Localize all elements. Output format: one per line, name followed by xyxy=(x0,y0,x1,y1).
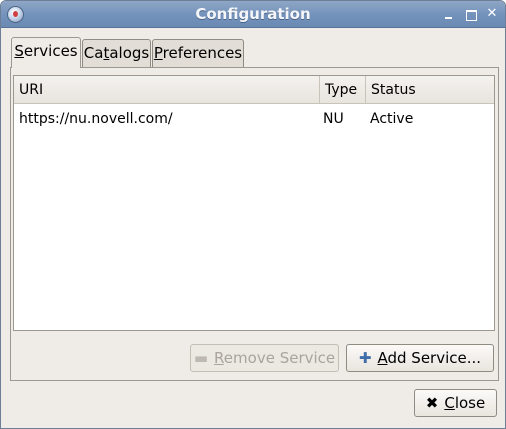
services-list[interactable]: URI Type Status https://nu.novell.com/ N… xyxy=(13,75,495,331)
minimize-icon[interactable] xyxy=(441,6,457,22)
button-label-mnemonic: A xyxy=(377,349,388,367)
column-header-status[interactable]: Status xyxy=(365,76,494,104)
button-label-mnemonic: C xyxy=(444,394,455,412)
close-window-icon[interactable]: ✕ xyxy=(484,6,500,22)
window-title: Configuration xyxy=(195,5,311,23)
tab-label-pre: Ca xyxy=(83,44,104,62)
tab-label-post: alogs xyxy=(109,44,150,62)
plus-icon: ✚ xyxy=(358,349,372,367)
tab-label-mnemonic: P xyxy=(153,44,163,62)
minus-icon: ▬ xyxy=(193,349,209,367)
tab-label-post: references xyxy=(162,44,243,62)
close-icon: ✖ xyxy=(425,394,439,412)
title-bar[interactable]: Configuration ✕ xyxy=(1,1,505,28)
configuration-window: Configuration ✕ Services Catalogs Prefer… xyxy=(0,0,506,429)
maximize-icon[interactable] xyxy=(463,6,479,22)
tab-label-mnemonic: S xyxy=(14,42,24,60)
cell-type: NU xyxy=(323,111,344,127)
button-label: dd Service... xyxy=(387,349,482,367)
tab-label-post: ervices xyxy=(23,42,78,60)
cell-uri: https://nu.novell.com/ xyxy=(19,111,173,127)
button-label: emove Service xyxy=(223,349,336,367)
tab-services[interactable]: Services xyxy=(11,37,81,68)
button-label-mnemonic: R xyxy=(214,349,224,367)
cell-status: Active xyxy=(370,111,414,127)
table-row[interactable]: https://nu.novell.com/ NU Active xyxy=(14,105,494,133)
close-button[interactable]: ✖ Close xyxy=(414,389,497,417)
button-label: lose xyxy=(454,394,486,412)
column-header-uri[interactable]: URI xyxy=(14,76,319,104)
remove-service-button[interactable]: ▬ Remove Service xyxy=(190,344,339,372)
tab-catalogs[interactable]: Catalogs xyxy=(82,39,151,67)
tab-preferences[interactable]: Preferences xyxy=(152,39,244,67)
column-header-type[interactable]: Type xyxy=(319,76,365,104)
add-service-button[interactable]: ✚ Add Service... xyxy=(346,344,494,372)
list-header: URI Type Status xyxy=(14,76,494,104)
